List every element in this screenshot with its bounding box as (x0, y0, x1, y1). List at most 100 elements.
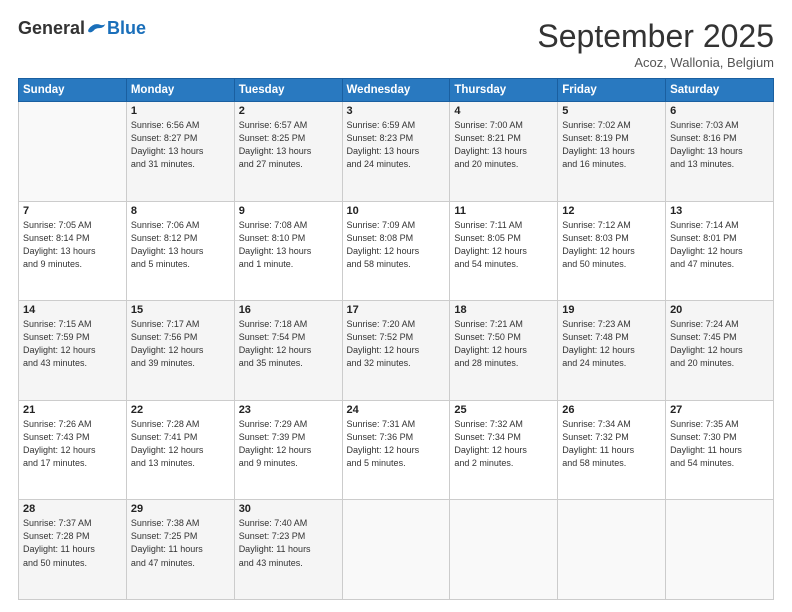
day-info: Sunrise: 7:38 AM Sunset: 7:25 PM Dayligh… (131, 517, 230, 569)
day-number: 28 (23, 503, 122, 515)
day-cell: 24 Sunrise: 7:31 AM Sunset: 7:36 PM Dayli… (342, 400, 450, 500)
day-number: 12 (562, 205, 661, 217)
day-info: Sunrise: 7:21 AM Sunset: 7:50 PM Dayligh… (454, 318, 553, 370)
day-info: Sunrise: 7:03 AM Sunset: 8:16 PM Dayligh… (670, 119, 769, 171)
day-cell: 13 Sunrise: 7:14 AM Sunset: 8:01 PM Dayli… (666, 201, 774, 301)
day-number: 8 (131, 205, 230, 217)
week-row-2: 14 Sunrise: 7:15 AM Sunset: 7:59 PM Dayli… (19, 301, 774, 401)
logo-general: General (18, 18, 85, 39)
day-cell (19, 102, 127, 202)
day-number: 14 (23, 304, 122, 316)
logo: General Blue (18, 18, 146, 39)
day-number: 2 (239, 105, 338, 117)
day-cell (342, 500, 450, 600)
day-number: 3 (347, 105, 446, 117)
day-number: 26 (562, 404, 661, 416)
day-cell: 16Sunrise: 7:18 AM Sunset: 7:54 PM Dayli… (234, 301, 342, 401)
day-info: Sunrise: 6:57 AM Sunset: 8:25 PM Dayligh… (239, 119, 338, 171)
col-tuesday: Tuesday (234, 79, 342, 102)
col-thursday: Thursday (450, 79, 558, 102)
day-number: 27 (670, 404, 769, 416)
day-cell: 6 Sunrise: 7:03 AM Sunset: 8:16 PM Daylig… (666, 102, 774, 202)
day-cell: 8 Sunrise: 7:06 AM Sunset: 8:12 PM Daylig… (126, 201, 234, 301)
day-number: 25 (454, 404, 553, 416)
week-row-1: 7Sunrise: 7:05 AM Sunset: 8:14 PM Daylig… (19, 201, 774, 301)
day-info: Sunrise: 7:15 AM Sunset: 7:59 PM Dayligh… (23, 318, 122, 370)
day-info: Sunrise: 7:09 AM Sunset: 8:08 PM Dayligh… (347, 219, 446, 271)
header-row: Sunday Monday Tuesday Wednesday Thursday… (19, 79, 774, 102)
day-number: 24 (347, 404, 446, 416)
day-number: 19 (562, 304, 661, 316)
day-cell: 17 Sunrise: 7:20 AM Sunset: 7:52 PM Dayli… (342, 301, 450, 401)
day-number: 10 (347, 205, 446, 217)
day-number: 13 (670, 205, 769, 217)
day-cell: 18Sunrise: 7:21 AM Sunset: 7:50 PM Dayli… (450, 301, 558, 401)
day-cell: 28 Sunrise: 7:37 AM Sunset: 7:28 PM Dayli… (19, 500, 127, 600)
day-cell: 12 Sunrise: 7:12 AM Sunset: 8:03 PM Dayli… (558, 201, 666, 301)
day-info: Sunrise: 7:06 AM Sunset: 8:12 PM Dayligh… (131, 219, 230, 271)
day-number: 29 (131, 503, 230, 515)
day-cell: 15 Sunrise: 7:17 AM Sunset: 7:56 PM Dayli… (126, 301, 234, 401)
day-info: Sunrise: 7:12 AM Sunset: 8:03 PM Dayligh… (562, 219, 661, 271)
day-cell: 22Sunrise: 7:28 AM Sunset: 7:41 PM Dayli… (126, 400, 234, 500)
day-cell: 27 Sunrise: 7:35 AM Sunset: 7:30 PM Dayli… (666, 400, 774, 500)
day-cell: 26 Sunrise: 7:34 AM Sunset: 7:32 PM Dayli… (558, 400, 666, 500)
calendar: Sunday Monday Tuesday Wednesday Thursday… (18, 78, 774, 600)
day-info: Sunrise: 7:34 AM Sunset: 7:32 PM Dayligh… (562, 418, 661, 470)
header: General Blue September 2025 Acoz, Wallon… (18, 18, 774, 70)
day-number: 17 (347, 304, 446, 316)
logo-text: General Blue (18, 18, 146, 39)
day-number: 6 (670, 105, 769, 117)
day-info: Sunrise: 7:31 AM Sunset: 7:36 PM Dayligh… (347, 418, 446, 470)
day-info: Sunrise: 7:40 AM Sunset: 7:23 PM Dayligh… (239, 517, 338, 569)
week-row-0: 1 Sunrise: 6:56 AM Sunset: 8:27 PM Daylig… (19, 102, 774, 202)
col-sunday: Sunday (19, 79, 127, 102)
day-info: Sunrise: 7:28 AM Sunset: 7:41 PM Dayligh… (131, 418, 230, 470)
day-number: 21 (23, 404, 122, 416)
month-title: September 2025 (537, 18, 774, 55)
day-number: 1 (131, 105, 230, 117)
day-info: Sunrise: 7:32 AM Sunset: 7:34 PM Dayligh… (454, 418, 553, 470)
day-info: Sunrise: 6:59 AM Sunset: 8:23 PM Dayligh… (347, 119, 446, 171)
day-info: Sunrise: 7:23 AM Sunset: 7:48 PM Dayligh… (562, 318, 661, 370)
day-cell (558, 500, 666, 600)
day-cell: 14 Sunrise: 7:15 AM Sunset: 7:59 PM Dayli… (19, 301, 127, 401)
logo-blue: Blue (107, 18, 146, 39)
day-number: 5 (562, 105, 661, 117)
day-number: 15 (131, 304, 230, 316)
day-info: Sunrise: 7:11 AM Sunset: 8:05 PM Dayligh… (454, 219, 553, 271)
day-cell: 5 Sunrise: 7:02 AM Sunset: 8:19 PM Daylig… (558, 102, 666, 202)
day-info: Sunrise: 7:29 AM Sunset: 7:39 PM Dayligh… (239, 418, 338, 470)
day-cell: 23 Sunrise: 7:29 AM Sunset: 7:39 PM Dayli… (234, 400, 342, 500)
day-cell: 10 Sunrise: 7:09 AM Sunset: 8:08 PM Dayli… (342, 201, 450, 301)
day-number: 4 (454, 105, 553, 117)
day-number: 11 (454, 205, 553, 217)
col-friday: Friday (558, 79, 666, 102)
week-row-4: 28 Sunrise: 7:37 AM Sunset: 7:28 PM Dayli… (19, 500, 774, 600)
day-cell: 11 Sunrise: 7:11 AM Sunset: 8:05 PM Dayli… (450, 201, 558, 301)
title-area: September 2025 Acoz, Wallonia, Belgium (537, 18, 774, 70)
day-info: Sunrise: 7:35 AM Sunset: 7:30 PM Dayligh… (670, 418, 769, 470)
day-info: Sunrise: 6:56 AM Sunset: 8:27 PM Dayligh… (131, 119, 230, 171)
day-info: Sunrise: 7:24 AM Sunset: 7:45 PM Dayligh… (670, 318, 769, 370)
col-monday: Monday (126, 79, 234, 102)
day-info: Sunrise: 7:37 AM Sunset: 7:28 PM Dayligh… (23, 517, 122, 569)
day-number: 23 (239, 404, 338, 416)
day-info: Sunrise: 7:14 AM Sunset: 8:01 PM Dayligh… (670, 219, 769, 271)
day-cell: 30Sunrise: 7:40 AM Sunset: 7:23 PM Dayli… (234, 500, 342, 600)
day-cell: 25 Sunrise: 7:32 AM Sunset: 7:34 PM Dayli… (450, 400, 558, 500)
col-wednesday: Wednesday (342, 79, 450, 102)
day-info: Sunrise: 7:20 AM Sunset: 7:52 PM Dayligh… (347, 318, 446, 370)
day-cell: 21Sunrise: 7:26 AM Sunset: 7:43 PM Dayli… (19, 400, 127, 500)
day-info: Sunrise: 7:17 AM Sunset: 7:56 PM Dayligh… (131, 318, 230, 370)
day-info: Sunrise: 7:00 AM Sunset: 8:21 PM Dayligh… (454, 119, 553, 171)
day-cell: 3 Sunrise: 6:59 AM Sunset: 8:23 PM Daylig… (342, 102, 450, 202)
day-number: 16 (239, 304, 338, 316)
day-cell: 19 Sunrise: 7:23 AM Sunset: 7:48 PM Dayli… (558, 301, 666, 401)
subtitle: Acoz, Wallonia, Belgium (537, 55, 774, 70)
day-info: Sunrise: 7:02 AM Sunset: 8:19 PM Dayligh… (562, 119, 661, 171)
day-cell (450, 500, 558, 600)
col-saturday: Saturday (666, 79, 774, 102)
day-cell: 9Sunrise: 7:08 AM Sunset: 8:10 PM Daylig… (234, 201, 342, 301)
day-cell (666, 500, 774, 600)
